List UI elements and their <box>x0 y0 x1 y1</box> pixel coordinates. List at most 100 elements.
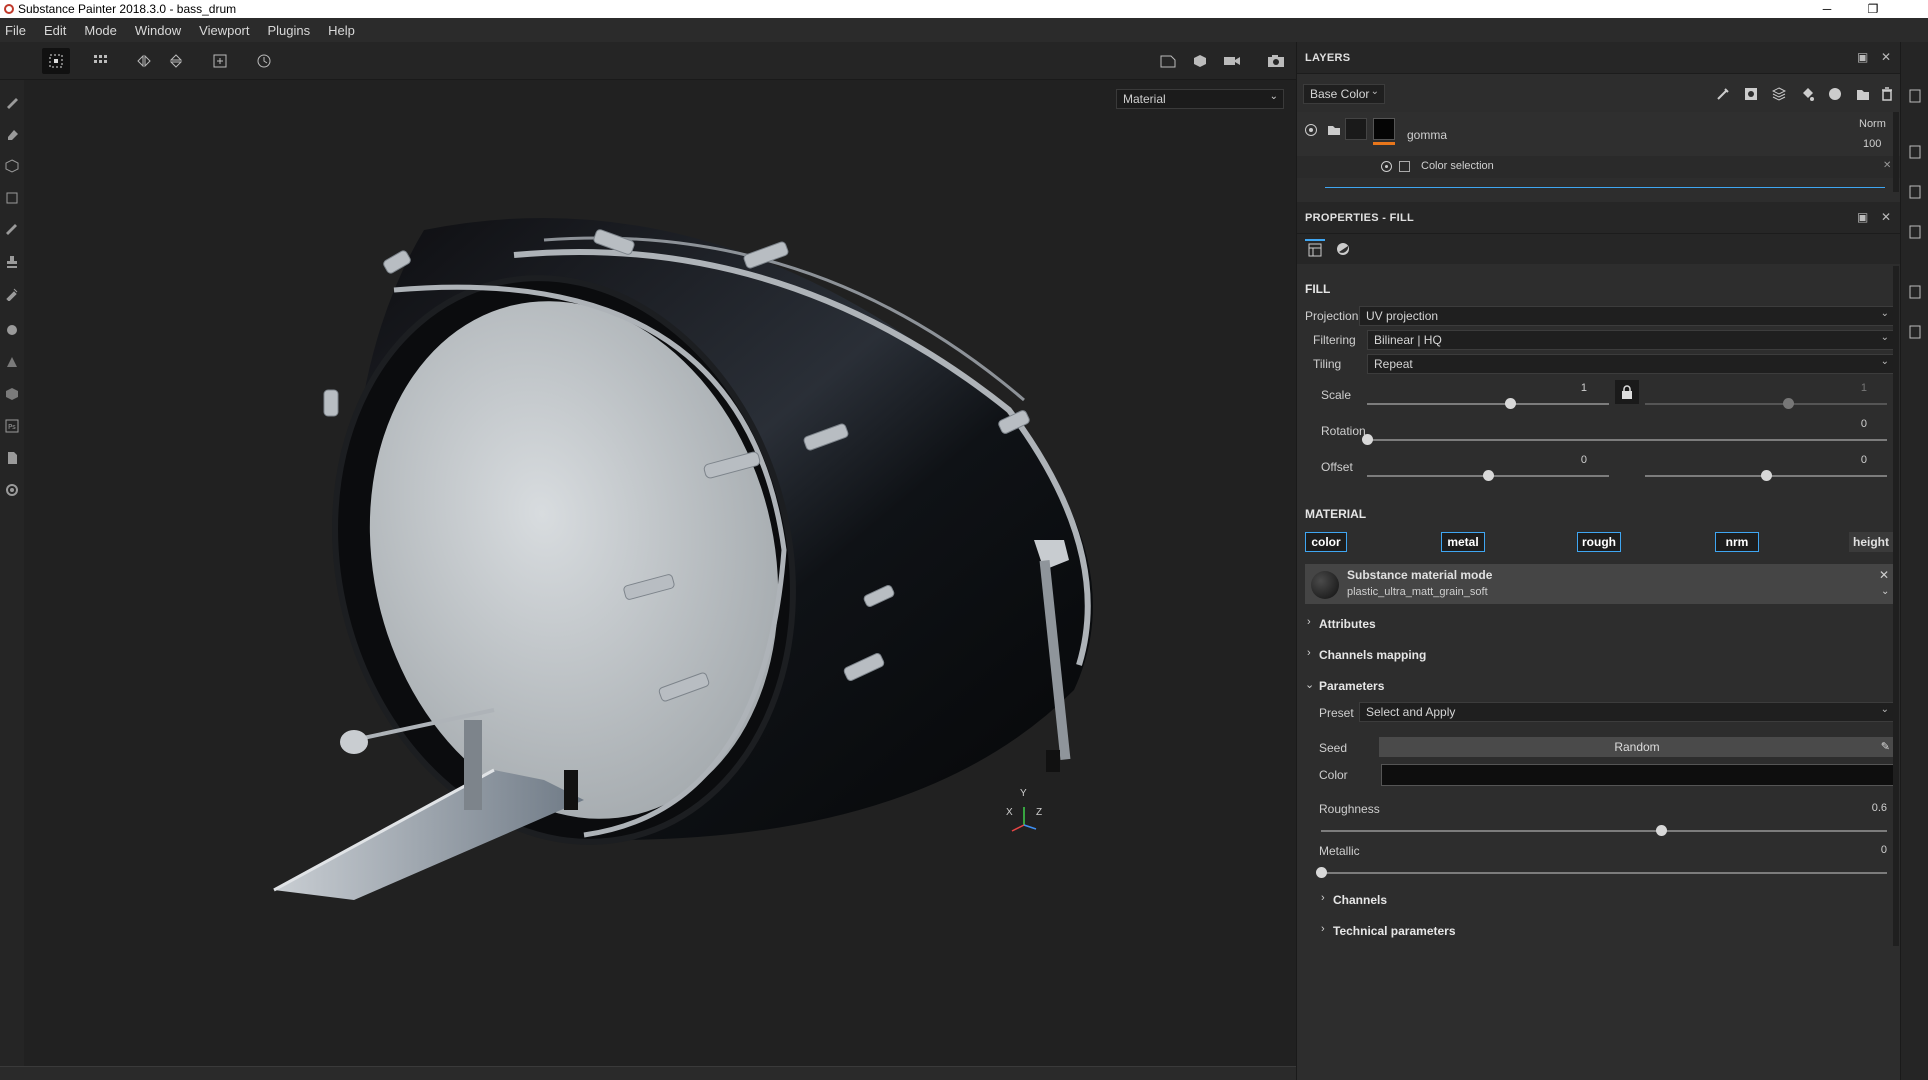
restore-button[interactable]: ❐ <box>1850 0 1896 18</box>
offset-value-1[interactable]: 0 <box>1537 454 1587 466</box>
add-icon[interactable] <box>206 48 234 74</box>
add-mask-icon[interactable] <box>1741 84 1761 104</box>
history-panel-icon[interactable] <box>1905 282 1925 302</box>
layer-opacity[interactable]: 100 <box>1863 138 1881 150</box>
slider-knob[interactable] <box>1316 867 1327 878</box>
slider-knob[interactable] <box>1655 825 1667 836</box>
menu-plugins[interactable]: Plugins <box>262 23 323 38</box>
fill-settings-tab-icon[interactable] <box>1305 239 1325 259</box>
slider-knob[interactable] <box>1761 470 1772 481</box>
shelf-texture-icon[interactable] <box>2 384 22 404</box>
minimize-button[interactable]: ─ <box>1804 0 1850 18</box>
metallic-value[interactable]: 0 <box>1837 844 1887 856</box>
uv-grid-icon[interactable] <box>86 48 114 74</box>
log-panel-icon[interactable] <box>1905 322 1925 342</box>
settings-gear-icon[interactable] <box>2 480 22 500</box>
menu-mode[interactable]: Mode <box>79 23 130 38</box>
screenshot-camera-icon[interactable] <box>1262 48 1290 74</box>
offset-value-2[interactable]: 0 <box>1817 454 1867 466</box>
texture-set-settings-icon[interactable] <box>1905 142 1925 162</box>
visibility-eye-icon[interactable] <box>1381 161 1392 172</box>
preset-select[interactable]: Select and Apply ⌄ <box>1359 702 1895 722</box>
smudge-icon[interactable] <box>2 220 22 240</box>
add-fill-layer-icon[interactable] <box>1797 84 1817 104</box>
shader-settings-icon[interactable] <box>1905 222 1925 242</box>
seed-random-button[interactable]: Random ✎ <box>1379 737 1895 757</box>
camera-video-icon[interactable] <box>1218 48 1246 74</box>
3d-viewport[interactable]: Y X Z <box>24 80 1296 1066</box>
color-swatch[interactable] <box>1381 764 1895 786</box>
mirror-x-icon[interactable] <box>130 48 158 74</box>
add-folder-icon[interactable] <box>1853 84 1873 104</box>
menu-window[interactable]: Window <box>130 23 194 38</box>
effect-checkbox[interactable] <box>1399 161 1410 172</box>
material-sphere-tab-icon[interactable] <box>1333 239 1353 259</box>
projection-select[interactable]: UV projection ⌄ <box>1359 306 1895 326</box>
scale-value-2[interactable]: 1 <box>1817 382 1867 394</box>
filtering-select[interactable]: Bilinear | HQ ⌄ <box>1367 330 1895 350</box>
offset-slider-1[interactable] <box>1367 470 1609 481</box>
delete-trash-icon[interactable] <box>1877 84 1897 104</box>
channels-section[interactable]: Channels <box>1333 893 1387 907</box>
3d-cube-icon[interactable] <box>1186 48 1214 74</box>
pencil-icon[interactable]: ✎ <box>1881 737 1890 757</box>
lock-icon[interactable] <box>1615 380 1639 404</box>
photoshop-export-icon[interactable]: Ps <box>2 416 22 436</box>
tiling-select[interactable]: Repeat ⌄ <box>1367 354 1895 374</box>
color-picker-icon[interactable] <box>2 284 22 304</box>
roughness-slider[interactable] <box>1321 825 1887 836</box>
channels-mapping-section[interactable]: Channels mapping <box>1319 648 1426 662</box>
slider-knob[interactable] <box>1504 398 1516 409</box>
rotation-value[interactable]: 0 <box>1817 418 1867 430</box>
shelf-smart-icon[interactable] <box>2 352 22 372</box>
scale-slider-1[interactable] <box>1367 398 1609 409</box>
close-icon[interactable]: ✕ <box>1881 50 1891 64</box>
offset-slider-2[interactable] <box>1645 470 1887 481</box>
paint-brush-icon[interactable] <box>2 92 22 112</box>
slider-knob[interactable] <box>1483 470 1494 481</box>
close-icon[interactable]: ✕ <box>1881 210 1891 224</box>
shelf-materials-icon[interactable] <box>2 320 22 340</box>
menu-viewport[interactable]: Viewport <box>194 23 262 38</box>
layer-row-gomma[interactable]: gomma Norm 100 <box>1297 112 1901 156</box>
float-panel-icon[interactable]: ▣ <box>1857 210 1869 224</box>
channel-nrm-button[interactable]: nrm <box>1715 532 1759 552</box>
view-frame-icon[interactable] <box>1154 48 1182 74</box>
chevron-down-icon[interactable]: ⌄ <box>1881 586 1889 597</box>
scale-value-1[interactable]: 1 <box>1537 382 1587 394</box>
slider-knob[interactable] <box>1362 434 1373 445</box>
grid-select-icon[interactable] <box>42 48 70 74</box>
channel-color-button[interactable]: color <box>1305 532 1347 552</box>
layers-scrollbar[interactable] <box>1893 112 1899 192</box>
clone-stamp-icon[interactable] <box>2 252 22 272</box>
display-settings-icon[interactable] <box>1905 182 1925 202</box>
properties-scrollbar[interactable] <box>1893 266 1899 946</box>
add-effect-icon[interactable] <box>1713 84 1733 104</box>
mirror-y-icon[interactable] <box>162 48 190 74</box>
float-panel-icon[interactable]: ▣ <box>1857 50 1869 64</box>
texture-set-list-icon[interactable] <box>1905 86 1925 106</box>
scale-slider-2[interactable] <box>1645 398 1887 409</box>
layer-row-color-selection[interactable]: Color selection ✕ <box>1297 156 1901 178</box>
close-icon[interactable]: ✕ <box>1879 568 1889 582</box>
menu-edit[interactable]: Edit <box>39 23 79 38</box>
channel-metal-button[interactable]: metal <box>1441 532 1485 552</box>
polygon-fill-icon[interactable] <box>2 188 22 208</box>
menu-file[interactable]: File <box>0 23 39 38</box>
technical-parameters-section[interactable]: Technical parameters <box>1333 924 1456 938</box>
visibility-eye-icon[interactable] <box>1305 124 1317 136</box>
history-icon[interactable] <box>250 48 278 74</box>
projection-icon[interactable] <box>2 156 22 176</box>
menu-help[interactable]: Help <box>323 23 368 38</box>
substance-material-card[interactable]: Substance material mode plastic_ultra_ma… <box>1305 564 1895 604</box>
channel-rough-button[interactable]: rough <box>1577 532 1621 552</box>
channel-select[interactable]: Base Color ⌄ <box>1303 84 1385 104</box>
roughness-value[interactable]: 0.6 <box>1837 802 1887 814</box>
eraser-icon[interactable] <box>2 124 22 144</box>
attributes-section[interactable]: Attributes <box>1319 617 1376 631</box>
add-smart-material-icon[interactable] <box>1825 84 1845 104</box>
viewport-mode-select[interactable]: Material ⌄ <box>1116 89 1284 109</box>
blend-mode[interactable]: Norm <box>1859 118 1886 130</box>
remove-effect-icon[interactable]: ✕ <box>1883 160 1891 171</box>
add-layer-icon[interactable] <box>1769 84 1789 104</box>
